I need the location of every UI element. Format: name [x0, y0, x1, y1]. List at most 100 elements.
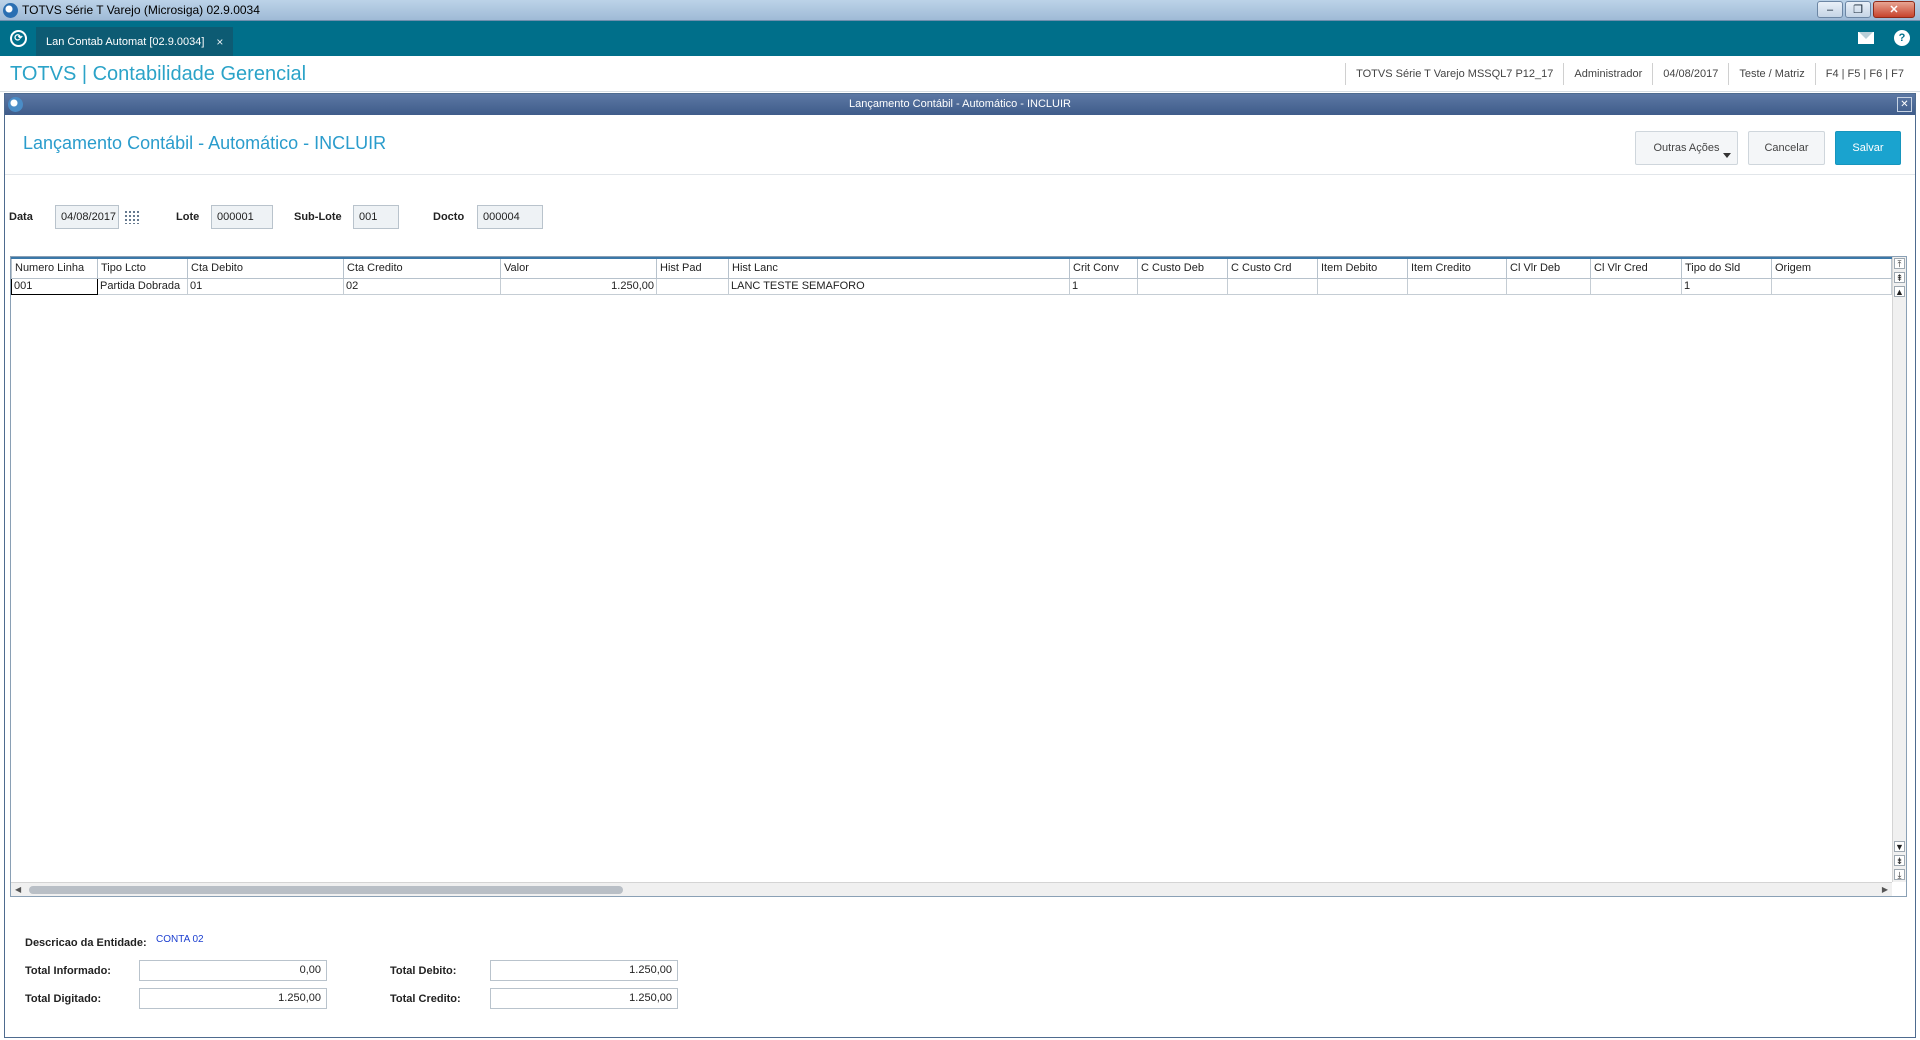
page-title: Lançamento Contábil - Automático - INCLU… — [23, 133, 387, 153]
entidade-label: Descricao da Entidade: — [25, 937, 147, 949]
environment-info: TOTVS Série T Varejo MSSQL7 P12_17 — [1345, 63, 1563, 85]
cell-valor[interactable]: 1.250,00 — [500, 277, 657, 295]
brand-title: TOTVS | Contabilidade Gerencial — [10, 63, 307, 85]
col-header[interactable]: Numero Linha — [11, 257, 98, 279]
scroll-down-icon[interactable]: ▼ — [1894, 841, 1905, 852]
lote-field[interactable]: 000001 — [211, 205, 273, 229]
total-credito-field[interactable]: 1.250,00 — [490, 988, 678, 1009]
session-info: TOTVS Série T Varejo MSSQL7 P12_17 Admin… — [1345, 56, 1914, 92]
col-header[interactable]: C Custo Deb — [1137, 257, 1228, 279]
col-header[interactable]: Tipo do Sld — [1681, 257, 1772, 279]
col-header[interactable]: Hist Pad — [656, 257, 729, 279]
scroll-left-icon[interactable]: ◀ — [15, 885, 21, 894]
docto-label: Docto — [433, 211, 465, 223]
col-header[interactable]: Cl Vlr Cred — [1590, 257, 1682, 279]
total-informado-field[interactable]: 0,00 — [139, 960, 327, 981]
total-credito-label: Total Credito: — [390, 993, 461, 1005]
horizontal-scroll-thumb[interactable] — [29, 886, 623, 894]
lote-label: Lote — [176, 211, 200, 223]
user-info: Administrador — [1563, 63, 1652, 85]
dialog-header: Lançamento Contábil - Automático - INCLU… — [5, 115, 1915, 175]
scroll-up-icon[interactable]: ▲ — [1894, 286, 1905, 297]
sublote-field[interactable]: 001 — [353, 205, 399, 229]
total-digitado-field[interactable]: 1.250,00 — [139, 988, 327, 1009]
col-header[interactable]: Origem — [1771, 257, 1892, 279]
cell-hist-lanc[interactable]: LANC TESTE SEMAFORO — [728, 277, 1070, 295]
cell-item-credito[interactable] — [1407, 277, 1507, 295]
data-field[interactable]: 04/08/2017 — [55, 205, 119, 229]
shortcut-keys: F4 | F5 | F6 | F7 — [1814, 63, 1914, 85]
data-label: Data — [9, 211, 33, 223]
col-header[interactable]: Cta Credito — [343, 257, 501, 279]
restore-button[interactable]: ❐ — [1845, 1, 1871, 18]
totals-panel: Descricao da Entidade: CONTA 02 Total In… — [5, 914, 1915, 1014]
tab-label: Lan Contab Automat [02.9.0034] — [46, 35, 205, 48]
cell-origem[interactable] — [1771, 277, 1892, 295]
vertical-scrollbar[interactable]: ⤒ ⇞ ▲ ▼ ⇟ ⤓ — [1892, 257, 1906, 882]
calendar-icon[interactable] — [124, 210, 140, 224]
total-debito-field[interactable]: 1.250,00 — [490, 960, 678, 981]
tab-lan-contab-automat[interactable]: Lan Contab Automat [02.9.0034] × — [36, 27, 234, 56]
salvar-button[interactable]: Salvar — [1835, 131, 1901, 165]
lancamento-dialog: Lançamento Contábil - Automático - INCLU… — [4, 93, 1916, 1038]
grid-viewport: Numero Linha Tipo Lcto Cta Debito Cta Cr… — [11, 257, 1892, 882]
col-header[interactable]: Hist Lanc — [728, 257, 1070, 279]
table-header-row: Numero Linha Tipo Lcto Cta Debito Cta Cr… — [11, 257, 1892, 279]
home-icon[interactable]: ⟳ — [10, 30, 27, 47]
dialog-title-bar: Lançamento Contábil - Automático - INCLU… — [5, 94, 1915, 115]
outras-acoes-button[interactable]: Outras Ações — [1635, 131, 1738, 165]
cell-hist-pad[interactable] — [656, 277, 729, 295]
close-window-button[interactable]: ✕ — [1873, 1, 1915, 18]
cell-crit-conv[interactable]: 1 — [1069, 277, 1138, 295]
scroll-bottom-icon[interactable]: ⤓ — [1894, 869, 1905, 880]
table-row[interactable]: 001 Partida Dobrada 01 02 1.250,00 LANC … — [11, 277, 1892, 295]
totvs-app-icon — [3, 3, 18, 18]
scroll-page-up-icon[interactable]: ⇞ — [1894, 272, 1905, 283]
sublote-label: Sub-Lote — [294, 211, 342, 223]
mail-icon[interactable] — [1858, 32, 1874, 44]
cell-numero-linha[interactable]: 001 — [11, 277, 98, 295]
dialog-window-title: Lançamento Contábil - Automático - INCLU… — [849, 98, 1071, 110]
cell-tipo-sld[interactable]: 1 — [1681, 277, 1772, 295]
cancelar-button[interactable]: Cancelar — [1748, 131, 1825, 165]
cell-cta-credito[interactable]: 02 — [343, 277, 501, 295]
lancamento-grid: Numero Linha Tipo Lcto Cta Debito Cta Cr… — [10, 256, 1907, 897]
col-header[interactable]: C Custo Crd — [1227, 257, 1318, 279]
scroll-page-down-icon[interactable]: ⇟ — [1894, 855, 1905, 866]
entries-table: Numero Linha Tipo Lcto Cta Debito Cta Cr… — [11, 257, 1892, 295]
scroll-top-icon[interactable]: ⤒ — [1894, 258, 1905, 269]
total-digitado-label: Total Digitado: — [25, 993, 102, 1005]
horizontal-scrollbar[interactable]: ◀ ▶ — [11, 882, 1892, 896]
total-debito-label: Total Debito: — [390, 965, 457, 977]
date-info: 04/08/2017 — [1652, 63, 1728, 85]
app-header: TOTVS | Contabilidade Gerencial TOTVS Sé… — [0, 56, 1920, 92]
tabbar-actions: ? — [1858, 30, 1910, 46]
lancamento-header-form: Data 04/08/2017 Lote 000001 Sub-Lote 001… — [5, 205, 1915, 229]
window-controls: – ❐ ✕ — [1817, 1, 1915, 18]
cell-c-custo-deb[interactable] — [1137, 277, 1228, 295]
dialog-close-button[interactable]: ✕ — [1897, 97, 1912, 112]
col-header[interactable]: Item Debito — [1317, 257, 1408, 279]
chevron-down-icon — [1723, 153, 1731, 158]
scroll-right-icon[interactable]: ▶ — [1882, 885, 1888, 894]
cell-tipo-lcto[interactable]: Partida Dobrada — [97, 277, 188, 295]
tab-close-icon[interactable]: × — [216, 35, 223, 49]
cell-cl-vlr-deb[interactable] — [1506, 277, 1591, 295]
col-header[interactable]: Cl Vlr Deb — [1506, 257, 1591, 279]
os-title-bar: TOTVS Série T Varejo (Microsiga) 02.9.00… — [0, 0, 1920, 21]
col-header[interactable]: Tipo Lcto — [97, 257, 188, 279]
col-header[interactable]: Valor — [500, 257, 657, 279]
cell-cl-vlr-cred[interactable] — [1590, 277, 1682, 295]
col-header[interactable]: Item Credito — [1407, 257, 1507, 279]
col-header[interactable]: Cta Debito — [187, 257, 344, 279]
docto-field[interactable]: 000004 — [477, 205, 543, 229]
cell-cta-debito[interactable]: 01 — [187, 277, 344, 295]
minimize-button[interactable]: – — [1817, 1, 1843, 18]
entidade-value: CONTA 02 — [156, 934, 204, 945]
help-icon[interactable]: ? — [1894, 30, 1910, 46]
tab-bar: ⟳ Lan Contab Automat [02.9.0034] × ? — [0, 21, 1920, 56]
col-header[interactable]: Crit Conv — [1069, 257, 1138, 279]
cell-item-debito[interactable] — [1317, 277, 1408, 295]
company-info: Teste / Matriz — [1728, 63, 1814, 85]
cell-c-custo-crd[interactable] — [1227, 277, 1318, 295]
